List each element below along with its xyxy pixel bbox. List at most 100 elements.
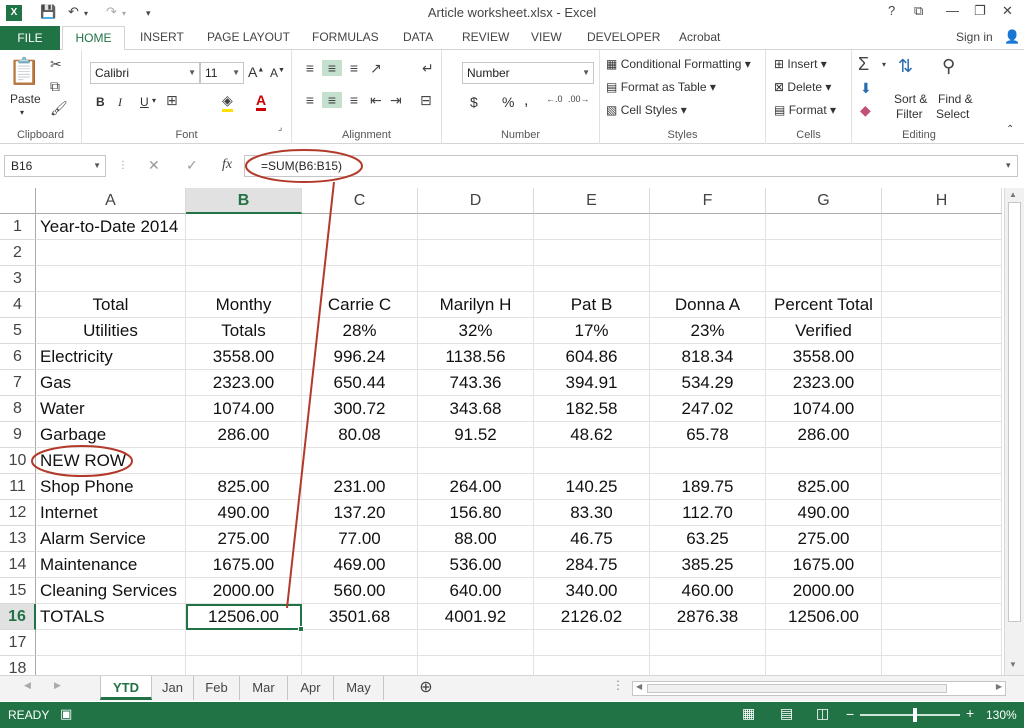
cell-styles-button[interactable]: ▧ Cell Styles ▾ [606, 103, 687, 117]
paste-button[interactable]: Paste [10, 92, 41, 106]
cell-g16[interactable]: 12506.00 [766, 604, 882, 630]
font-size-select[interactable]: 11 ▼ [200, 62, 244, 84]
cell-g13[interactable]: 275.00 [766, 526, 882, 552]
autosum-dropdown-icon[interactable]: ▾ [882, 60, 886, 69]
cell-f18[interactable] [650, 656, 766, 675]
cell-e17[interactable] [534, 630, 650, 656]
row-header-2[interactable]: 2 [0, 240, 36, 266]
bold-button[interactable]: B [96, 95, 105, 109]
cell-d12[interactable]: 156.80 [418, 500, 534, 526]
cell-b7[interactable]: 2323.00 [186, 370, 302, 396]
cell-e11[interactable]: 140.25 [534, 474, 650, 500]
scroll-right-icon[interactable]: ▶ [996, 682, 1002, 691]
cell-d15[interactable]: 640.00 [418, 578, 534, 604]
row-header-15[interactable]: 15 [0, 578, 36, 604]
sort-filter-label-1[interactable]: Sort & [894, 92, 927, 106]
cell-c18[interactable] [302, 656, 418, 675]
cell-b8[interactable]: 1074.00 [186, 396, 302, 422]
cell-a12[interactable]: Internet [36, 500, 186, 526]
cell-a18[interactable] [36, 656, 186, 675]
cell-b5[interactable]: Totals [186, 318, 302, 344]
clear-icon[interactable]: ◆ [860, 102, 871, 119]
cell-g12[interactable]: 490.00 [766, 500, 882, 526]
cell-a10[interactable]: NEW ROW [36, 448, 186, 474]
find-select-label-1[interactable]: Find & [938, 92, 973, 106]
cell-e1[interactable] [534, 214, 650, 240]
cell-f6[interactable]: 818.34 [650, 344, 766, 370]
cell-d11[interactable]: 264.00 [418, 474, 534, 500]
column-header-f[interactable]: F [650, 188, 766, 214]
cell-f16[interactable]: 2876.38 [650, 604, 766, 630]
cell-f14[interactable]: 385.25 [650, 552, 766, 578]
copy-icon[interactable]: ⧉ [50, 78, 60, 95]
cell-a13[interactable]: Alarm Service [36, 526, 186, 552]
decrease-indent-icon[interactable]: ⇤ [370, 92, 382, 109]
cell-g2[interactable] [766, 240, 882, 266]
close-icon[interactable]: ✕ [1002, 3, 1013, 19]
cell-b11[interactable]: 825.00 [186, 474, 302, 500]
paste-dropdown-icon[interactable]: ▾ [20, 108, 24, 117]
align-right-icon[interactable]: ≡ [344, 92, 364, 108]
cell-e7[interactable]: 394.91 [534, 370, 650, 396]
cell-d6[interactable]: 1138.56 [418, 344, 534, 370]
cell-h12[interactable] [882, 500, 1002, 526]
cell-g9[interactable]: 286.00 [766, 422, 882, 448]
cell-f4[interactable]: Donna A [650, 292, 766, 318]
format-as-table-button[interactable]: ▤ Format as Table ▾ [606, 80, 716, 94]
sheet-tab-feb[interactable]: Feb [194, 676, 240, 700]
cell-b18[interactable] [186, 656, 302, 675]
cell-c4[interactable]: Carrie C [302, 292, 418, 318]
cell-f5[interactable]: 23% [650, 318, 766, 344]
cell-c16[interactable]: 3501.68 [302, 604, 418, 630]
row-header-17[interactable]: 17 [0, 630, 36, 656]
fill-icon[interactable]: ⬇ [860, 80, 872, 97]
sort-filter-label-2[interactable]: Filter [896, 107, 923, 121]
zoom-slider[interactable] [860, 708, 960, 722]
conditional-formatting-button[interactable]: ▦ Conditional Formatting ▾ [606, 57, 751, 71]
cell-e10[interactable] [534, 448, 650, 474]
font-name-select[interactable]: Calibri ▼ [90, 62, 200, 84]
row-header-8[interactable]: 8 [0, 396, 36, 422]
cell-a3[interactable] [36, 266, 186, 292]
cell-c2[interactable] [302, 240, 418, 266]
cell-d4[interactable]: Marilyn H [418, 292, 534, 318]
cell-g6[interactable]: 3558.00 [766, 344, 882, 370]
cell-h16[interactable] [882, 604, 1002, 630]
cell-h2[interactable] [882, 240, 1002, 266]
cell-h18[interactable] [882, 656, 1002, 675]
cell-h9[interactable] [882, 422, 1002, 448]
prev-sheet-icon[interactable]: ◀ [24, 680, 31, 691]
column-header-a[interactable]: A [36, 188, 186, 214]
row-header-1[interactable]: 1 [0, 214, 36, 240]
next-sheet-icon[interactable]: ▶ [54, 680, 61, 691]
sheet-tab-ytd[interactable]: YTD [100, 676, 152, 700]
confirm-entry-icon[interactable]: ✓ [186, 157, 198, 174]
cell-c3[interactable] [302, 266, 418, 292]
cell-h1[interactable] [882, 214, 1002, 240]
restore-icon[interactable]: ❐ [974, 3, 986, 19]
number-format-select[interactable]: Number ▼ [462, 62, 594, 84]
cell-d7[interactable]: 743.36 [418, 370, 534, 396]
minimize-icon[interactable]: — [946, 3, 959, 18]
cell-d14[interactable]: 536.00 [418, 552, 534, 578]
cell-c14[interactable]: 469.00 [302, 552, 418, 578]
cell-d8[interactable]: 343.68 [418, 396, 534, 422]
cell-e13[interactable]: 46.75 [534, 526, 650, 552]
format-painter-icon[interactable]: 🖌 [50, 100, 68, 117]
cell-e2[interactable] [534, 240, 650, 266]
underline-dropdown-icon[interactable]: ▾ [152, 96, 156, 105]
cell-f1[interactable] [650, 214, 766, 240]
row-header-4[interactable]: 4 [0, 292, 36, 318]
cell-e18[interactable] [534, 656, 650, 675]
cell-b4[interactable]: Monthy [186, 292, 302, 318]
tab-file[interactable]: FILE [0, 26, 60, 50]
increase-indent-icon[interactable]: ⇥ [390, 92, 402, 109]
cell-g17[interactable] [766, 630, 882, 656]
cell-b13[interactable]: 275.00 [186, 526, 302, 552]
help-icon[interactable]: ? [888, 3, 895, 18]
row-header-9[interactable]: 9 [0, 422, 36, 448]
comma-button[interactable]: , [524, 92, 528, 110]
vertical-scrollbar[interactable]: ▲ ▼ [1004, 188, 1024, 675]
cell-e6[interactable]: 604.86 [534, 344, 650, 370]
row-header-6[interactable]: 6 [0, 344, 36, 370]
